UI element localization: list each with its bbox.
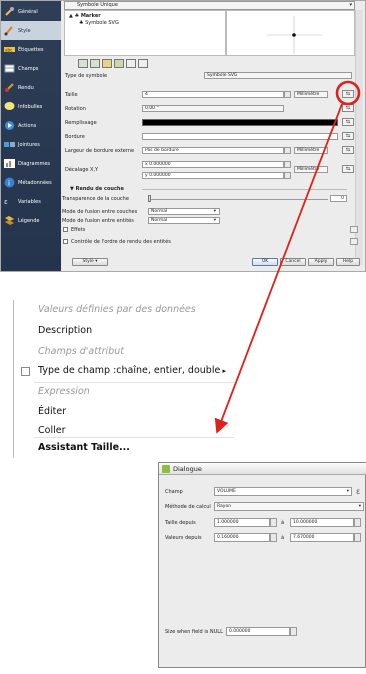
annotation-overlay [214,80,361,434]
pointer-arrow [214,103,343,434]
highlight-circle [335,80,361,106]
